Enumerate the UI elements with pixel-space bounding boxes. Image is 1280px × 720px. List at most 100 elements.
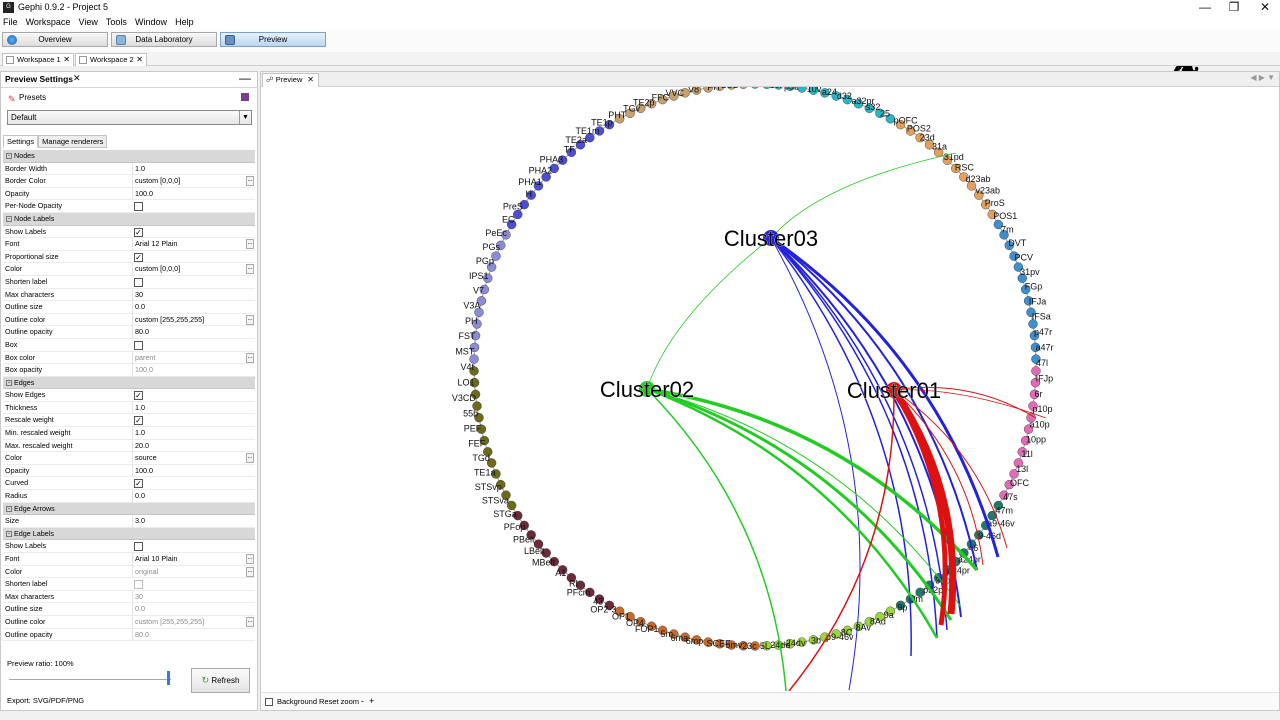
more-button[interactable]: ... [246, 352, 254, 363]
minimize-icon[interactable]: — [239, 71, 251, 85]
property-checkbox[interactable] [134, 542, 143, 552]
collapse-icon[interactable]: - [6, 379, 12, 386]
menu-file[interactable]: File [3, 16, 18, 29]
menu-window[interactable]: Window [135, 16, 167, 29]
preview-button[interactable]: Preview [220, 32, 326, 47]
preset-select[interactable]: Default ▼ [7, 110, 252, 125]
property-value[interactable]: 1.0 [132, 401, 246, 415]
property-checkbox[interactable]: ✓ [134, 252, 143, 262]
node-label: VVC [665, 88, 684, 98]
save-preset-icon[interactable] [241, 93, 249, 101]
collapse-icon[interactable]: - [6, 505, 12, 512]
more-button[interactable]: ... [246, 314, 254, 325]
more-button[interactable]: ... [246, 616, 254, 627]
property-checkbox[interactable] [134, 580, 143, 590]
property-row: Color source... [3, 452, 255, 465]
property-value[interactable]: 1.0 [132, 427, 246, 440]
property-label: Show Labels [5, 541, 47, 551]
preview-ratio-track[interactable] [9, 679, 171, 680]
refresh-button[interactable]: ↻ Refresh [191, 668, 250, 693]
reset-zoom-button[interactable]: Reset zoom [319, 697, 359, 706]
property-checkbox[interactable]: ✓ [134, 479, 143, 489]
tab-nav-icons[interactable]: ◀ ▶ ▼ [1250, 73, 1275, 82]
more-button[interactable]: ... [246, 554, 254, 564]
property-checkbox[interactable] [134, 202, 143, 212]
property-checkbox[interactable] [134, 277, 143, 287]
close-icon[interactable]: ✕ [73, 73, 81, 84]
property-value[interactable]: 100.0 [132, 187, 246, 201]
property-value[interactable]: custom [0,0,0] [132, 263, 246, 276]
zoom-out-button[interactable]: - [361, 696, 364, 706]
property-value[interactable]: custom [0,0,0] [132, 175, 246, 188]
minimize-button[interactable]: — [1190, 0, 1220, 16]
property-row: Max characters 30 [3, 590, 255, 604]
more-button[interactable]: ... [246, 453, 254, 464]
property-value[interactable]: 20.0 [132, 439, 246, 453]
more-button[interactable]: ... [246, 264, 254, 275]
property-value[interactable]: custom [255,255,255] [132, 313, 246, 327]
zoom-in-button[interactable]: + [369, 696, 374, 706]
more-button[interactable]: ... [246, 239, 254, 250]
collapse-icon[interactable]: - [6, 215, 12, 222]
node-label: a24 [822, 87, 837, 97]
property-value[interactable]: 0.0 [132, 603, 246, 616]
property-value[interactable]: 100.0 [132, 464, 246, 478]
property-checkbox[interactable]: ✓ [134, 416, 143, 426]
property-label: Size [5, 516, 19, 526]
property-value[interactable]: original [132, 565, 246, 579]
node-label: a9-46v [987, 518, 1015, 528]
tab-workspace-1[interactable]: Workspace 1 ✕ [2, 53, 74, 66]
graph-canvas[interactable]: 8BM10rp3210va24d32a32prs3225pOFCPOS223d3… [261, 87, 1279, 691]
property-value[interactable]: 30 [132, 590, 246, 604]
tab-workspace-2[interactable]: Workspace 2 ✕ [75, 53, 147, 66]
tab-settings[interactable]: Settings [3, 135, 39, 148]
node-label: FGp [1025, 281, 1043, 291]
more-button[interactable]: ... [246, 566, 254, 577]
close-icon[interactable]: ✕ [63, 54, 70, 66]
menu-help[interactable]: Help [175, 16, 194, 29]
property-label: Box color [5, 352, 35, 362]
property-row: Border Color custom [0,0,0]... [3, 175, 255, 188]
close-icon[interactable]: ✕ [136, 54, 143, 66]
close-button[interactable]: ✕ [1250, 0, 1280, 16]
more-button[interactable]: ... [246, 176, 254, 187]
preview-ratio-slider[interactable] [167, 671, 170, 685]
property-label: Outline opacity [5, 327, 53, 337]
property-value[interactable]: 3.0 [132, 515, 246, 528]
node-label: LO3 [737, 87, 754, 89]
preview-ratio-label: Preview ratio: 100% [7, 659, 74, 668]
property-value[interactable]: parent [132, 351, 246, 364]
overview-button[interactable]: Overview [2, 32, 108, 47]
property-value[interactable]: 30 [132, 288, 246, 302]
property-value[interactable]: 80.0 [132, 326, 246, 339]
property-value[interactable]: 80.0 [132, 628, 246, 642]
property-value[interactable]: 100.0 [132, 364, 246, 377]
property-value[interactable]: custom [255,255,255] [132, 615, 246, 629]
property-checkbox[interactable]: ✓ [134, 227, 143, 237]
property-checkbox[interactable] [134, 340, 143, 350]
tab-preview[interactable]: ☍ Preview ✕ [262, 73, 319, 87]
node-label: TE2a [565, 135, 587, 145]
restore-button[interactable]: ❐ [1219, 0, 1249, 16]
data-laboratory-button[interactable]: Data Laboratory [111, 32, 217, 47]
property-value[interactable]: Arial 12 Plain [132, 238, 246, 251]
property-label: Outline opacity [5, 629, 53, 639]
property-value[interactable]: 0.0 [132, 490, 246, 503]
node-label: TE1a [474, 468, 496, 478]
export-label[interactable]: Export: SVG/PDF/PNG [7, 696, 84, 705]
property-row: Thickness 1.0 [3, 401, 255, 415]
background-checkbox[interactable] [265, 698, 273, 706]
property-row: Box [3, 339, 255, 352]
property-value[interactable]: Arial 10 Plain [132, 553, 246, 566]
tab-manage-renderers[interactable]: Manage renderers [38, 135, 108, 148]
menu-tools[interactable]: Tools [106, 16, 127, 29]
property-value[interactable]: source [132, 452, 246, 465]
collapse-icon[interactable]: - [6, 153, 12, 159]
property-value[interactable]: 0.0 [132, 301, 246, 314]
property-checkbox[interactable]: ✓ [134, 391, 143, 401]
collapse-icon[interactable]: - [6, 530, 12, 537]
close-icon[interactable]: ✕ [307, 74, 314, 86]
menu-workspace[interactable]: Workspace [26, 16, 71, 29]
menu-view[interactable]: View [79, 16, 98, 29]
property-value[interactable]: 1.0 [132, 162, 246, 176]
